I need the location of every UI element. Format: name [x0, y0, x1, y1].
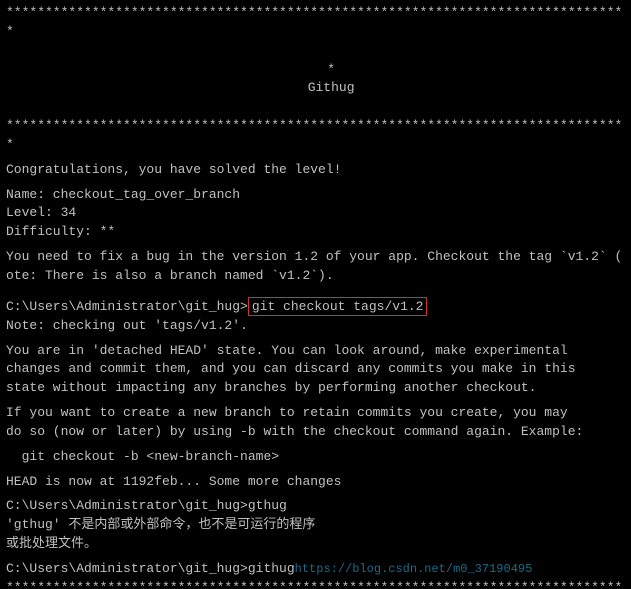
watermark-text: https://blog.csdn.net/m0_37190495: [295, 562, 533, 576]
githug-command-line: C:\Users\Administrator\git_hug>githughtt…: [6, 560, 625, 579]
description-line1: You need to fix a bug in the version 1.2…: [6, 248, 625, 267]
retain-line1: If you want to create a new branch to re…: [6, 404, 625, 423]
star-left: *: [327, 62, 335, 77]
separator-bottom: ****************************************…: [6, 579, 625, 589]
head-line: HEAD is now at 1192feb... Some more chan…: [6, 473, 625, 492]
detached-head-line1: You are in 'detached HEAD' state. You ca…: [6, 342, 625, 361]
example-line: git checkout -b <new-branch-name>: [6, 448, 625, 467]
detached-head-line2: changes and commit them, and you can dis…: [6, 360, 625, 379]
description-line2: ote: There is also a branch named `v1.2`…: [6, 267, 625, 286]
terminal-window: ****************************************…: [0, 0, 631, 589]
gthug-command-line: C:\Users\Administrator\git_hug>gthug: [6, 497, 625, 516]
congratulations-line: Congratulations, you have solved the lev…: [6, 161, 625, 180]
note-line: Note: checking out 'tags/v1.2'.: [6, 317, 625, 336]
retain-line2: do so (now or later) by using -b with th…: [6, 423, 625, 442]
chinese-error-line1: 'gthug' 不是内部或外部命令，也不是可运行的程序: [6, 516, 625, 535]
chinese-error-line2: 或批处理文件。: [6, 535, 625, 554]
level-line: Level: 34: [6, 204, 625, 223]
title-line: * Githug: [6, 42, 625, 117]
detached-head-line3: state without impacting any branches by …: [6, 379, 625, 398]
app-title: Githug: [191, 79, 471, 98]
separator-top2: ****************************************…: [6, 117, 625, 155]
name-line: Name: checkout_tag_over_branch: [6, 186, 625, 205]
separator-top: ****************************************…: [6, 4, 625, 42]
command-line1: C:\Users\Administrator\git_hug>git check…: [6, 298, 625, 317]
git-checkout-command: git checkout tags/v1.2: [248, 297, 428, 316]
difficulty-line: Difficulty: **: [6, 223, 625, 242]
